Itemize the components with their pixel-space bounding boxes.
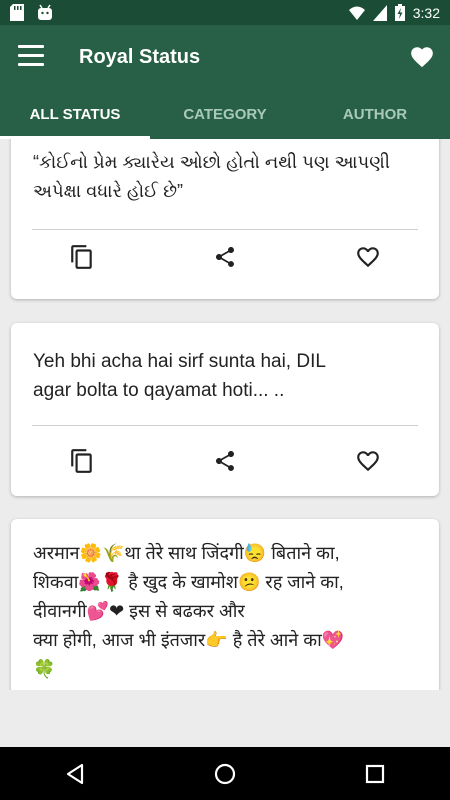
card-actions — [11, 229, 439, 285]
navigation-bar — [0, 747, 450, 800]
hamburger-menu-icon[interactable] — [18, 45, 44, 69]
wifi-icon — [348, 6, 365, 20]
tab-all-status[interactable]: ALL STATUS — [0, 89, 150, 139]
android-icon — [38, 4, 52, 20]
favorite-button[interactable] — [296, 433, 439, 489]
copy-icon — [71, 449, 93, 473]
status-card: अरमान🌼🌾था तेरे साथ जिंदगी😓 बिताने का, शि… — [11, 519, 439, 690]
tab-bar: ALL STATUS CATEGORY AUTHOR — [0, 89, 450, 139]
share-button[interactable] — [154, 229, 297, 285]
status-card: “કોઈનો પ્રેમ ક્યારેય ઓછો હોતો નથી પણ આપણ… — [11, 139, 439, 299]
home-icon — [214, 763, 236, 784]
share-icon — [216, 451, 234, 471]
share-button[interactable] — [154, 433, 297, 489]
copy-button[interactable] — [11, 433, 154, 489]
sd-card-icon — [10, 4, 24, 21]
card-divider — [32, 425, 418, 426]
app-bar: Royal Status — [0, 25, 450, 89]
favorite-button[interactable] — [296, 229, 439, 285]
recents-icon — [365, 764, 385, 783]
status-list[interactable]: “કોઈનો પ્રેમ ક્યારેય ઓછો હોતો નથી પણ આપણ… — [0, 139, 450, 690]
status-bar: 3:32 — [0, 0, 450, 25]
heart-outline-icon — [356, 247, 379, 268]
clock: 3:32 — [412, 4, 440, 21]
copy-icon — [71, 245, 93, 269]
status-card: Yeh bhi acha hai sirf sunta hai, DIL aga… — [11, 323, 439, 496]
recents-button[interactable] — [345, 754, 405, 794]
back-icon — [66, 763, 84, 784]
heart-outline-icon — [356, 451, 379, 472]
tab-category[interactable]: CATEGORY — [150, 89, 300, 139]
home-button[interactable] — [195, 754, 255, 794]
status-text: Yeh bhi acha hai sirf sunta hai, DIL aga… — [33, 351, 326, 401]
heart-icon[interactable] — [409, 44, 435, 70]
card-actions — [11, 433, 439, 489]
tab-author[interactable]: AUTHOR — [300, 89, 450, 139]
signal-icon — [372, 4, 387, 21]
app-title: Royal Status — [79, 46, 201, 68]
status-text: अरमान🌼🌾था तेरे साथ जिंदगी😓 बिताने का, शि… — [33, 543, 345, 679]
share-icon — [216, 247, 234, 267]
battery-icon — [394, 4, 405, 21]
back-button[interactable] — [45, 754, 105, 794]
status-text: “કોઈનો પ્રેમ ક્યારેય ઓછો હોતો નથી પણ આપણ… — [33, 152, 390, 201]
copy-button[interactable] — [11, 229, 154, 285]
